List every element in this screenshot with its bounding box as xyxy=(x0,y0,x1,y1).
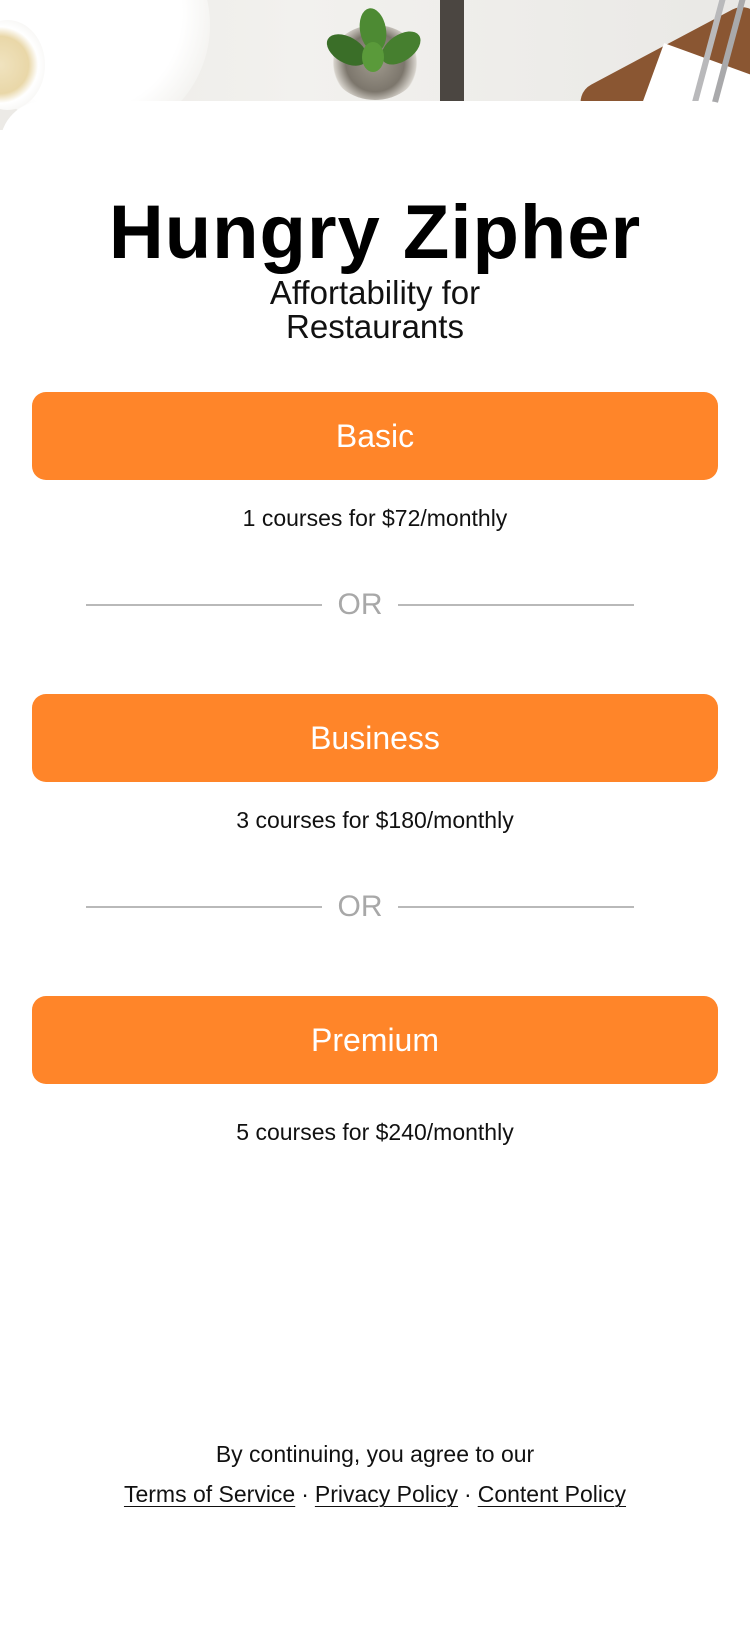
legal-footer: By continuing, you agree to our Terms of… xyxy=(0,1434,750,1514)
agree-text: By continuing, you agree to our xyxy=(215,1441,535,1467)
business-plan-button[interactable]: Business xyxy=(32,694,718,782)
app-subtitle: Affortability for Restaurants xyxy=(269,274,481,345)
divider-line xyxy=(86,604,322,606)
divider-line xyxy=(398,906,634,908)
app-title: Hungry Zipher xyxy=(108,190,642,275)
wooden-stick-shape xyxy=(440,0,464,110)
divider-line xyxy=(398,604,634,606)
or-divider: OR xyxy=(86,887,634,927)
terms-of-service-link[interactable]: Terms of Service xyxy=(124,1481,295,1507)
basic-plan-description: 1 courses for $72/monthly xyxy=(242,505,508,531)
or-label: OR xyxy=(337,890,383,923)
or-divider: OR xyxy=(86,585,634,625)
legal-links: Terms of Service · Privacy Policy · Content … xyxy=(0,1474,750,1514)
or-label: OR xyxy=(337,588,383,621)
basic-plan-button[interactable]: Basic xyxy=(32,392,718,480)
privacy-policy-link[interactable]: Privacy Policy xyxy=(315,1481,458,1507)
link-separator: · xyxy=(464,1481,472,1507)
succulent-leaf xyxy=(362,42,384,72)
divider-line xyxy=(86,906,322,908)
content-policy-link[interactable]: Content Policy xyxy=(478,1481,626,1507)
premium-plan-button[interactable]: Premium xyxy=(32,996,718,1084)
premium-plan-description: 5 courses for $240/monthly xyxy=(236,1119,514,1145)
business-plan-description: 3 courses for $180/monthly xyxy=(236,807,514,833)
link-separator: · xyxy=(301,1481,309,1507)
